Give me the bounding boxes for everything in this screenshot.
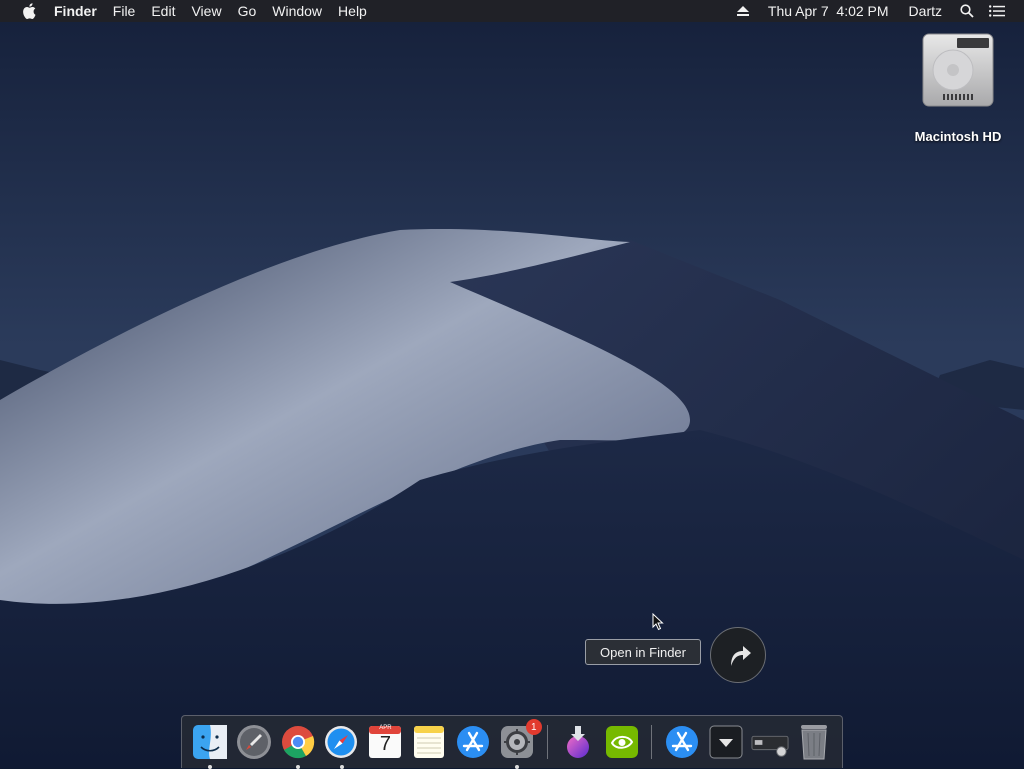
chrome-icon	[281, 726, 314, 759]
menu-app-name[interactable]: Finder	[48, 0, 105, 22]
dock-separator	[546, 725, 548, 759]
spotlight-search-icon[interactable]	[956, 0, 978, 22]
dock-app-finder[interactable]	[191, 723, 229, 769]
dock-stack-app-store-downloads[interactable]	[663, 723, 701, 761]
launchpad-rocket-icon	[236, 725, 271, 759]
mouse-cursor-icon	[652, 613, 664, 631]
trash-icon	[801, 725, 828, 760]
dock-app-chrome[interactable]	[279, 723, 317, 769]
notification-badge: 1	[525, 719, 542, 735]
eject-icon[interactable]	[732, 0, 754, 22]
apple-icon[interactable]	[20, 2, 38, 20]
hard-drive-icon	[922, 33, 994, 107]
running-indicator	[295, 765, 300, 769]
nvidia-icon	[605, 726, 638, 758]
menu-help[interactable]: Help	[330, 0, 375, 22]
running-indicator	[339, 765, 344, 769]
menu-view[interactable]: View	[183, 0, 229, 22]
running-indicator	[208, 765, 212, 769]
dock-app-calendar[interactable]: APR 7	[366, 723, 404, 761]
app-store-icon	[666, 726, 699, 758]
dock-app-app-store[interactable]	[454, 723, 492, 761]
calendar-month: APR	[379, 725, 392, 731]
menu-clock[interactable]: Thu Apr 7 4:02 PM	[758, 0, 899, 22]
dock-separator	[651, 725, 653, 759]
dock-trash[interactable]	[795, 723, 833, 761]
menu-go[interactable]: Go	[230, 0, 265, 22]
external-drive-stack-icon	[751, 735, 789, 757]
dock-stack-downloads[interactable]	[707, 723, 745, 761]
desktop-item-label: Macintosh HD	[914, 129, 1002, 144]
notes-icon	[414, 726, 445, 758]
running-indicator	[514, 765, 519, 769]
dock-app-notes[interactable]	[410, 723, 448, 761]
installer-download-icon	[566, 726, 589, 758]
desktop-wallpaper	[0, 0, 1024, 768]
dock-app-safari[interactable]	[323, 723, 361, 769]
menu-bar: Finder File Edit View Go Window Help Thu…	[0, 0, 1024, 22]
notification-center-icon[interactable]	[986, 0, 1008, 22]
finder-icon	[192, 725, 227, 759]
menu-user[interactable]: Dartz	[899, 0, 952, 22]
open-in-finder-tooltip: Open in Finder	[585, 639, 701, 665]
menu-window[interactable]: Window	[264, 0, 330, 22]
dock-app-launchpad[interactable]	[235, 723, 273, 761]
dock-app-system-preferences[interactable]: 1	[498, 719, 542, 769]
curved-arrow-icon	[731, 646, 751, 666]
app-store-icon	[456, 726, 489, 758]
open-in-finder-button[interactable]	[710, 627, 766, 683]
safari-compass-icon	[325, 726, 358, 758]
dock-app-installer[interactable]	[559, 723, 597, 761]
dock-stack-drive[interactable]	[751, 723, 789, 761]
menu-edit[interactable]: Edit	[143, 0, 183, 22]
dock-app-nvidia[interactable]	[603, 723, 641, 761]
downloads-stack-icon	[709, 725, 743, 759]
dock: APR 7 1	[181, 715, 843, 769]
desktop-item-macintosh-hd[interactable]: Macintosh HD	[908, 30, 1008, 144]
calendar-day: 7	[379, 733, 391, 755]
menu-file[interactable]: File	[105, 0, 144, 22]
